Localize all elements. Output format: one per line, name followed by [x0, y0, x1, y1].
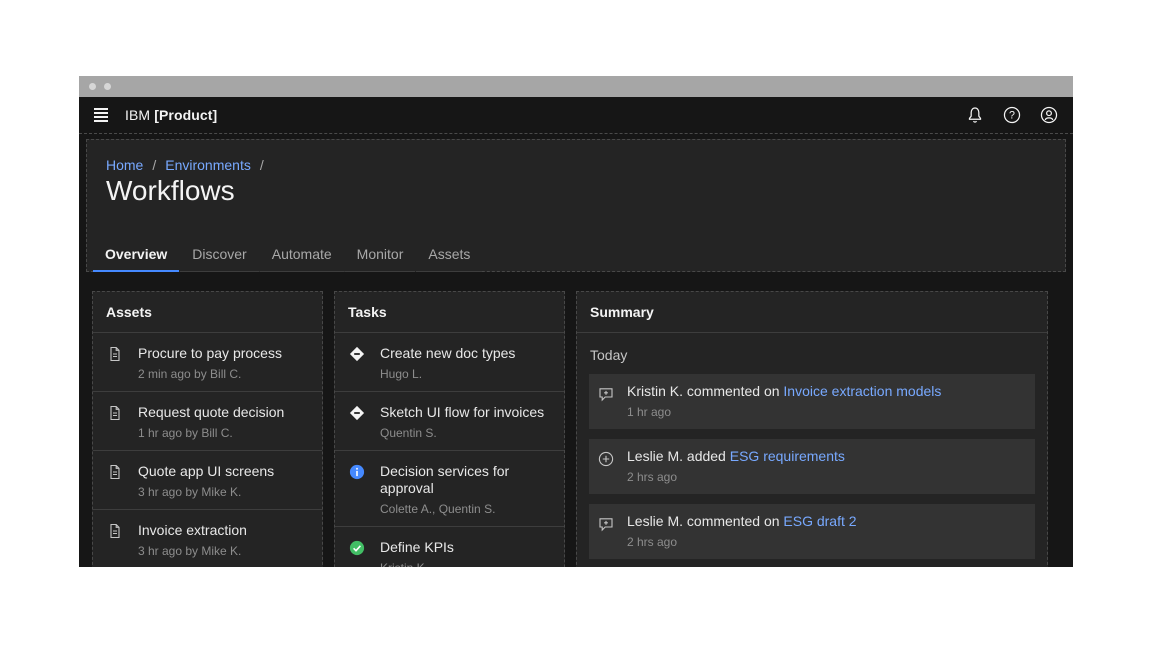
tab-discover[interactable]: Discover	[180, 238, 258, 272]
breadcrumb-separator: /	[260, 157, 264, 173]
status-info-icon	[349, 464, 365, 480]
task-list-item[interactable]: Decision services for approval Colette A…	[335, 451, 564, 527]
content-area: Assets Procure to pay process 2 min ago …	[92, 291, 1048, 567]
task-title: Create new doc types	[380, 345, 515, 362]
task-title: Sketch UI flow for invoices	[380, 404, 544, 421]
activity-link[interactable]: ESG requirements	[730, 448, 845, 464]
asset-title: Request quote decision	[138, 404, 284, 421]
activity-text-before: Kristin K. commented on	[627, 383, 783, 399]
tasks-card: Tasks Create new doc types Hugo L. Sketc	[334, 291, 565, 567]
asset-title: Invoice extraction	[138, 522, 247, 539]
comment-icon	[598, 386, 614, 402]
window-control-dot	[104, 83, 111, 90]
task-title: Define KPIs	[380, 539, 454, 556]
task-list-item[interactable]: Define KPIs Kristin K.	[335, 527, 564, 567]
comment-icon	[598, 516, 614, 532]
document-icon	[107, 464, 123, 480]
activity-text-before: Leslie M. added	[627, 448, 730, 464]
app-header: IBM [Product] ?	[79, 97, 1073, 134]
task-list-item[interactable]: Sketch UI flow for invoices Quentin S.	[335, 392, 564, 451]
window-chrome-bar	[79, 76, 1073, 97]
asset-list-item[interactable]: Request quote decision 1 hr ago by Bill …	[93, 392, 322, 451]
assets-card: Assets Procure to pay process 2 min ago …	[92, 291, 323, 567]
tab-assets[interactable]: Assets	[416, 238, 482, 272]
activity-time: 2 hrs ago	[627, 470, 845, 484]
asset-list-item[interactable]: Procure to pay process 2 min ago by Bill…	[93, 333, 322, 392]
tab-overview[interactable]: Overview	[93, 238, 179, 272]
summary-card-title: Summary	[577, 292, 1047, 333]
task-assignees: Quentin S.	[380, 426, 544, 440]
activity-text: Leslie M. commented on ESG draft 2	[627, 513, 857, 530]
asset-list-item[interactable]: Invoice extraction 3 hr ago by Mike K.	[93, 510, 322, 567]
activity-item: Leslie M. added ESG requirements 2 hrs a…	[589, 439, 1035, 494]
help-icon[interactable]: ?	[1003, 106, 1021, 124]
tasks-card-title: Tasks	[335, 292, 564, 333]
brand: IBM [Product]	[125, 107, 217, 123]
task-assignees: Hugo L.	[380, 367, 515, 381]
add-circle-icon	[598, 451, 614, 467]
activity-text: Kristin K. commented on Invoice extracti…	[627, 383, 941, 400]
page-header-panel: Home / Environments / Workflows Overview…	[86, 139, 1066, 272]
document-icon	[107, 346, 123, 362]
tab-monitor[interactable]: Monitor	[345, 238, 416, 272]
activity-text-before: Leslie M. commented on	[627, 513, 783, 529]
task-assignees: Kristin K.	[380, 561, 454, 567]
notification-bell-icon[interactable]	[966, 106, 984, 124]
activity-link[interactable]: ESG draft 2	[783, 513, 856, 529]
summary-card: Summary Today Kristin K. commented on In…	[576, 291, 1048, 567]
asset-meta: 3 hr ago by Mike K.	[138, 544, 247, 558]
activity-text: Leslie M. added ESG requirements	[627, 448, 845, 465]
breadcrumb-environments[interactable]: Environments	[165, 157, 251, 173]
activity-item: Leslie M. commented on ESG draft 2 2 hrs…	[589, 504, 1035, 559]
window-control-dot	[89, 83, 96, 90]
tab-automate[interactable]: Automate	[260, 238, 344, 272]
app-window: IBM [Product] ? Home / Environments	[79, 76, 1073, 567]
tab-bar: Overview Discover Automate Monitor Asset…	[93, 238, 483, 272]
asset-meta: 2 min ago by Bill C.	[138, 367, 282, 381]
activity-time: 1 hr ago	[627, 405, 941, 419]
document-icon	[107, 523, 123, 539]
brand-prefix: IBM	[125, 107, 150, 123]
asset-title: Procure to pay process	[138, 345, 282, 362]
asset-meta: 3 hr ago by Mike K.	[138, 485, 274, 499]
asset-list-item[interactable]: Quote app UI screens 3 hr ago by Mike K.	[93, 451, 322, 510]
status-not-started-icon	[349, 405, 365, 421]
summary-group-label: Today	[577, 333, 1047, 374]
task-assignees: Colette A., Quentin S.	[380, 502, 551, 516]
task-list-item[interactable]: Create new doc types Hugo L.	[335, 333, 564, 392]
asset-title: Quote app UI screens	[138, 463, 274, 480]
document-icon	[107, 405, 123, 421]
breadcrumb: Home / Environments /	[106, 157, 264, 173]
header-actions: ?	[966, 106, 1058, 124]
assets-card-title: Assets	[93, 292, 322, 333]
brand-product: [Product]	[154, 107, 217, 123]
task-title: Decision services for approval	[380, 463, 551, 497]
activity-link[interactable]: Invoice extraction models	[783, 383, 941, 399]
status-not-started-icon	[349, 346, 365, 362]
svg-text:?: ?	[1009, 110, 1015, 122]
breadcrumb-home[interactable]: Home	[106, 157, 143, 173]
asset-meta: 1 hr ago by Bill C.	[138, 426, 284, 440]
activity-item: Kristin K. commented on Invoice extracti…	[589, 374, 1035, 429]
status-complete-icon	[349, 540, 365, 556]
user-avatar-icon[interactable]	[1040, 106, 1058, 124]
activity-list: Kristin K. commented on Invoice extracti…	[589, 374, 1035, 567]
menu-icon[interactable]	[94, 106, 108, 124]
breadcrumb-separator: /	[152, 157, 156, 173]
page-title: Workflows	[106, 175, 235, 207]
activity-time: 2 hrs ago	[627, 535, 857, 549]
